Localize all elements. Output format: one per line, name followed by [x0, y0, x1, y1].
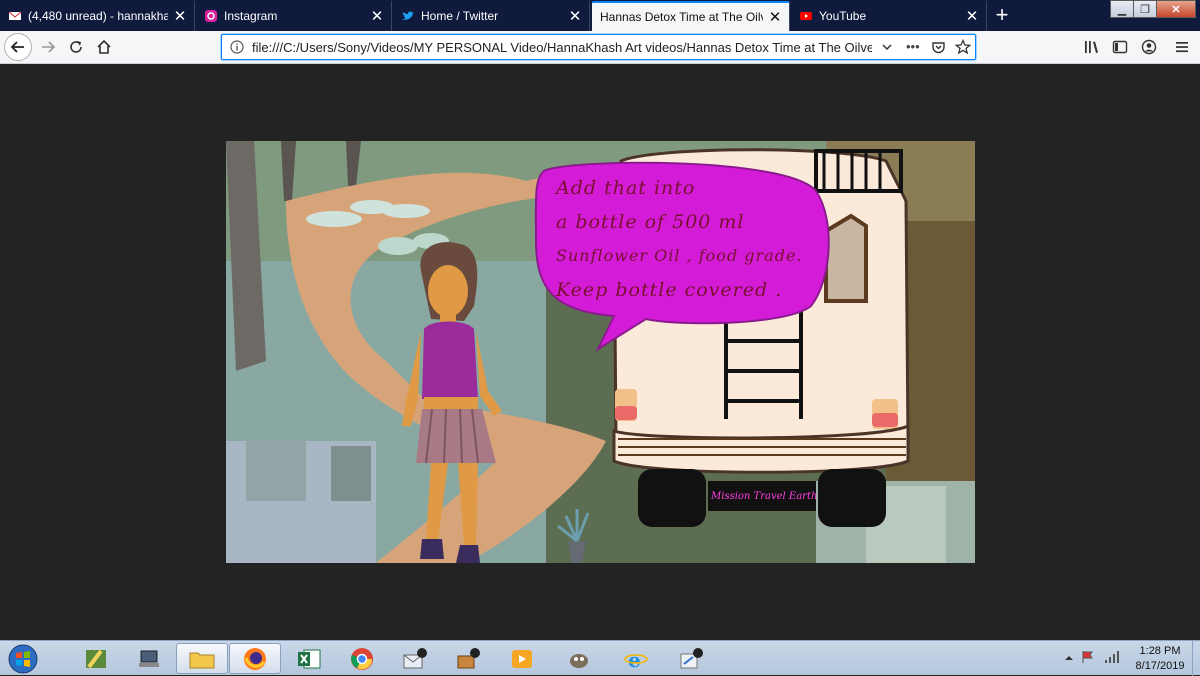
- youtube-icon: [800, 12, 812, 20]
- signal-bars-icon[interactable]: [1104, 649, 1120, 665]
- package-app-icon: [457, 647, 480, 668]
- close-icon[interactable]: ✕: [964, 7, 980, 25]
- library-icon: [1085, 41, 1098, 53]
- network-computer-icon: [139, 650, 159, 667]
- forward-button[interactable]: [34, 33, 62, 61]
- tab-instagram[interactable]: Instagram ✕: [196, 1, 392, 31]
- tab-label: YouTube: [819, 9, 867, 23]
- sidebar-button[interactable]: [1108, 35, 1132, 59]
- twitter-icon: [402, 11, 414, 20]
- star-icon[interactable]: [955, 39, 971, 55]
- folder-icon: [189, 652, 215, 668]
- speech-line: Add that into: [556, 177, 696, 199]
- tab-strip: (4,480 unread) - hannakhash@ ✕ Instagram…: [0, 0, 1200, 31]
- navigation-toolbar: file:///C:/Users/Sony/Videos/MY PERSONAL…: [0, 31, 1200, 64]
- new-tab-button[interactable]: +: [990, 4, 1014, 28]
- firefox-icon: [244, 647, 266, 670]
- home-icon: [97, 39, 111, 54]
- speech-bubble-text: Add that into a bottle of 500 ml Sunflow…: [556, 171, 836, 307]
- svg-text:e: e: [628, 648, 641, 671]
- play-icon: [512, 649, 532, 668]
- taskbar-gimp[interactable]: [553, 643, 605, 674]
- account-icon: [1141, 39, 1157, 55]
- account-button[interactable]: [1137, 35, 1161, 59]
- taskbar-app-2[interactable]: [123, 643, 175, 674]
- url-text[interactable]: file:///C:/Users/Sony/Videos/MY PERSONAL…: [252, 40, 872, 55]
- close-icon[interactable]: ✕: [172, 7, 188, 25]
- hamburger-menu-icon: [1176, 42, 1188, 53]
- home-button[interactable]: [90, 33, 118, 61]
- taskbar-app-box[interactable]: [442, 643, 494, 674]
- tab-label: Hannas Detox Time at The Oilve Fa: [600, 10, 763, 24]
- tab-youtube[interactable]: YouTube ✕: [791, 1, 987, 31]
- reload-icon: [70, 41, 82, 53]
- arrow-right-icon: [42, 41, 56, 53]
- mail-icon: [8, 11, 22, 20]
- instagram-icon: [205, 10, 217, 22]
- clock-date[interactable]: 8/17/2019: [1126, 660, 1194, 672]
- taskbar-app-1[interactable]: [70, 643, 122, 674]
- chrome-icon: [351, 647, 373, 670]
- taskbar-video-player[interactable]: [496, 643, 548, 674]
- start-button[interactable]: [3, 642, 43, 675]
- taskbar-firefox[interactable]: [229, 643, 281, 674]
- video-frame[interactable]: Add that into a bottle of 500 ml Sunflow…: [226, 141, 975, 563]
- action-center-flag-icon[interactable]: [1080, 649, 1096, 665]
- minimize-button[interactable]: ▁: [1110, 0, 1134, 18]
- taskbar-excel[interactable]: [283, 643, 335, 674]
- speech-line: Sunflower Oil , food grade.: [556, 246, 803, 265]
- taskbar: e 1:28 PM 8/17/2019: [0, 640, 1200, 676]
- close-icon[interactable]: ✕: [767, 8, 783, 26]
- taskbar-file-explorer[interactable]: [176, 643, 228, 674]
- taskbar-internet-explorer[interactable]: e: [610, 643, 662, 674]
- taskbar-app-tools[interactable]: [665, 643, 717, 674]
- arrow-left-icon: [10, 41, 24, 53]
- pocket-icon[interactable]: [931, 40, 946, 55]
- chevron-up-icon[interactable]: [1064, 653, 1074, 663]
- taskbar-app-mail[interactable]: [389, 643, 441, 674]
- address-bar[interactable]: file:///C:/Users/Sony/Videos/MY PERSONAL…: [221, 34, 976, 60]
- speech-line: a bottle of 500 ml: [556, 211, 745, 233]
- internet-explorer-icon: e: [624, 648, 648, 671]
- menu-button[interactable]: [1170, 35, 1194, 59]
- clock-time[interactable]: 1:28 PM: [1130, 645, 1190, 657]
- info-icon[interactable]: [230, 40, 244, 54]
- tab-label: Home / Twitter: [421, 9, 499, 23]
- restore-button[interactable]: ❐: [1133, 0, 1157, 18]
- tab-label: Instagram: [224, 9, 278, 23]
- excel-icon: [298, 649, 321, 668]
- back-button[interactable]: [4, 33, 32, 61]
- show-desktop-button[interactable]: [1192, 641, 1200, 676]
- speech-line: Keep bottle covered .: [556, 279, 783, 301]
- close-icon[interactable]: ✕: [369, 7, 385, 25]
- tab-video-active[interactable]: Hannas Detox Time at The Oilve Fa ✕: [592, 1, 790, 31]
- taskbar-chrome[interactable]: [336, 643, 388, 674]
- tab-twitter[interactable]: Home / Twitter ✕: [393, 1, 590, 31]
- reload-button[interactable]: [62, 33, 90, 61]
- close-icon[interactable]: ✕: [567, 7, 583, 25]
- library-button[interactable]: [1080, 35, 1104, 59]
- sidebar-icon: [1112, 40, 1128, 54]
- page-actions-button[interactable]: •••: [906, 39, 920, 54]
- gimp-icon: [570, 653, 588, 668]
- license-plate: Mission Travel Earth: [711, 486, 817, 508]
- tab-label: (4,480 unread) - hannakhash@: [28, 9, 168, 23]
- chevron-down-icon[interactable]: [881, 41, 893, 53]
- tab-mail[interactable]: (4,480 unread) - hannakhash@ ✕: [0, 1, 195, 31]
- close-window-button[interactable]: ✕: [1156, 0, 1196, 18]
- windows-logo-icon: [8, 644, 38, 673]
- envelope-app-icon: [403, 647, 427, 668]
- tools-app-icon: [680, 647, 703, 668]
- pencil-app-icon: [86, 649, 106, 668]
